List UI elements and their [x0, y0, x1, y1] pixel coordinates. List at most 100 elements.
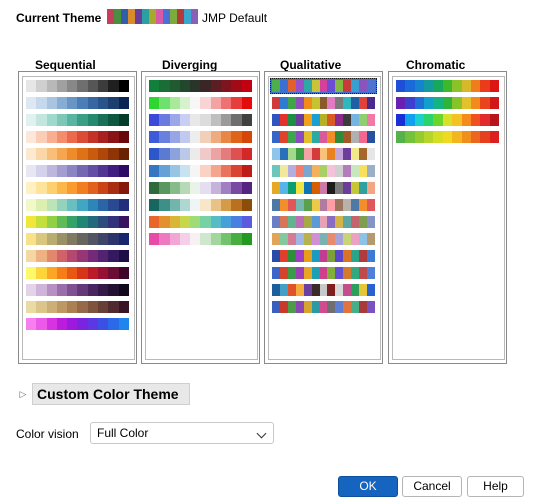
- sequential-palette[interactable]: [26, 284, 129, 296]
- diverging-palette[interactable]: [149, 165, 252, 177]
- sequential-palette[interactable]: [26, 216, 129, 228]
- palette-color: [98, 114, 109, 126]
- qualitative-palette[interactable]: [270, 78, 377, 94]
- palette-color: [169, 131, 180, 143]
- palette-color: [351, 267, 360, 279]
- qualitative-palette[interactable]: [272, 165, 375, 177]
- palette-color: [46, 216, 57, 228]
- diverging-palette[interactable]: [149, 233, 252, 245]
- diverging-palette[interactable]: [149, 80, 252, 92]
- diverging-palette[interactable]: [149, 199, 252, 211]
- palette-color: [367, 301, 375, 313]
- diverging-palette[interactable]: [149, 216, 252, 228]
- palette-color: [77, 148, 88, 160]
- palette-color: [26, 250, 37, 262]
- palette-color: [56, 80, 68, 92]
- palette-color: [118, 114, 129, 126]
- palette-color: [36, 182, 47, 194]
- qualitative-palette[interactable]: [272, 148, 375, 160]
- sequential-palette[interactable]: [26, 301, 129, 313]
- qualitative-list[interactable]: [264, 71, 383, 364]
- qualitative-palette[interactable]: [272, 284, 375, 296]
- palette-color: [319, 80, 328, 92]
- qualitative-palette[interactable]: [272, 233, 375, 245]
- qualitative-palette[interactable]: [272, 216, 375, 228]
- palette-color: [200, 182, 211, 194]
- palette-color: [159, 182, 170, 194]
- palette-color: [108, 250, 119, 262]
- palette-color: [335, 216, 344, 228]
- palette-color: [295, 114, 304, 126]
- palette-color: [67, 233, 78, 245]
- palette-color: [231, 148, 242, 160]
- color-vision-select[interactable]: Full Color: [90, 422, 274, 444]
- palette-color: [179, 148, 191, 160]
- ok-button[interactable]: OK: [338, 476, 398, 497]
- chromatic-palette[interactable]: [396, 114, 499, 126]
- cancel-button[interactable]: Cancel: [402, 476, 462, 497]
- diverging-palette[interactable]: [149, 114, 252, 126]
- sequential-palette[interactable]: [26, 165, 129, 177]
- palette-color: [36, 318, 47, 330]
- help-button[interactable]: Help: [467, 476, 524, 497]
- palette-color: [36, 250, 47, 262]
- palette-color: [359, 80, 368, 92]
- palette-color: [433, 114, 443, 126]
- palette-color: [56, 199, 68, 211]
- palette-color: [359, 97, 368, 109]
- qualitative-palette[interactable]: [272, 182, 375, 194]
- palette-color: [272, 97, 280, 109]
- palette-color: [367, 97, 375, 109]
- palette-color: [414, 131, 425, 143]
- diverging-palette[interactable]: [149, 97, 252, 109]
- qualitative-palette[interactable]: [272, 250, 375, 262]
- sequential-palette[interactable]: [26, 114, 129, 126]
- palette-color: [279, 97, 288, 109]
- palette-color: [367, 284, 375, 296]
- sequential-palette[interactable]: [26, 182, 129, 194]
- sequential-palette[interactable]: [26, 318, 129, 330]
- palette-color: [56, 267, 68, 279]
- palette-color: [335, 80, 344, 92]
- qualitative-palette[interactable]: [272, 267, 375, 279]
- qualitative-palette[interactable]: [272, 131, 375, 143]
- diverging-palette[interactable]: [149, 131, 252, 143]
- chromatic-palette[interactable]: [396, 131, 499, 143]
- qualitative-palette[interactable]: [272, 199, 375, 211]
- palette-color: [405, 114, 415, 126]
- sequential-palette[interactable]: [26, 131, 129, 143]
- disclosure-triangle-icon[interactable]: ▷: [16, 387, 30, 401]
- palette-color: [303, 114, 312, 126]
- sequential-palette[interactable]: [26, 199, 129, 211]
- palette-color: [56, 233, 68, 245]
- chromatic-palette[interactable]: [396, 80, 499, 92]
- chromatic-list[interactable]: [388, 71, 507, 364]
- qualitative-palette[interactable]: [272, 301, 375, 313]
- custom-color-theme-section: ▷ Custom Color Theme: [16, 383, 190, 405]
- custom-color-theme-title[interactable]: Custom Color Theme: [32, 383, 190, 405]
- qualitative-palette[interactable]: [272, 114, 375, 126]
- palette-color: [46, 80, 57, 92]
- qualitative-palette[interactable]: [272, 97, 375, 109]
- palette-color: [118, 165, 129, 177]
- sequential-palette[interactable]: [26, 267, 129, 279]
- sequential-palette[interactable]: [26, 97, 129, 109]
- sequential-palette[interactable]: [26, 250, 129, 262]
- sequential-list[interactable]: [18, 71, 137, 364]
- palette-color: [327, 131, 336, 143]
- palette-color: [210, 216, 222, 228]
- palette-color: [241, 80, 252, 92]
- palette-color: [26, 284, 37, 296]
- sequential-palette[interactable]: [26, 148, 129, 160]
- palette-color: [98, 301, 109, 313]
- palette-color: [480, 114, 490, 126]
- diverging-palette[interactable]: [149, 148, 252, 160]
- palette-color: [480, 131, 490, 143]
- sequential-palette[interactable]: [26, 80, 129, 92]
- chromatic-palette[interactable]: [396, 97, 499, 109]
- diverging-palette[interactable]: [149, 182, 252, 194]
- palette-color: [190, 233, 201, 245]
- palette-color: [118, 233, 129, 245]
- sequential-palette[interactable]: [26, 233, 129, 245]
- diverging-list[interactable]: [141, 71, 260, 364]
